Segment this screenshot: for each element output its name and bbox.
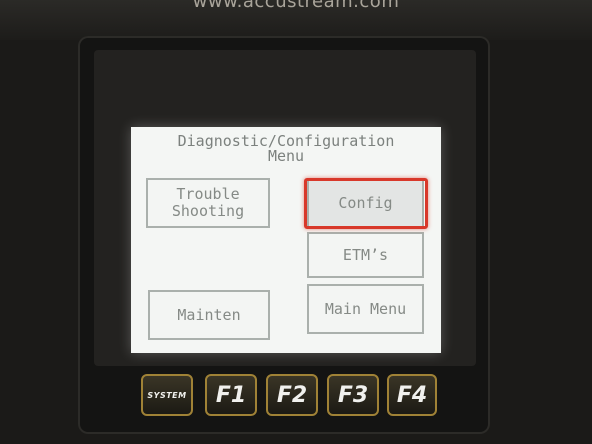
hmi-screen: Diagnostic/Configuration Menu Trouble Sh… [131,127,441,353]
f4-key[interactable]: F4 [387,374,437,416]
system-key[interactable]: SYSTEM [141,374,193,416]
brand-url-label: www.accustream.com [192,0,400,12]
main-menu-button[interactable]: Main Menu [307,284,424,334]
mainten-button[interactable]: Mainten [148,290,270,340]
screen-title: Diagnostic/Configuration Menu [177,132,395,165]
f3-key[interactable]: F3 [327,374,379,416]
etms-button[interactable]: ETM’s [307,232,424,278]
f2-key[interactable]: F2 [266,374,318,416]
f1-key[interactable]: F1 [205,374,257,416]
trouble-shooting-button[interactable]: Trouble Shooting [146,178,270,228]
config-highlight-box [304,178,428,229]
device-top-bezel: www.accustream.com [0,0,592,40]
